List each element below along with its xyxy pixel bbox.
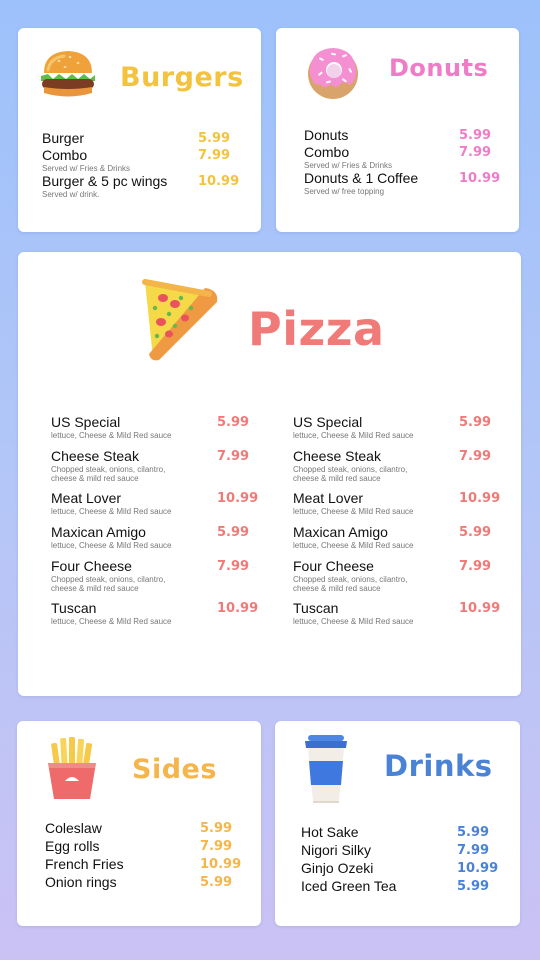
item-price: 7.99 bbox=[200, 839, 233, 854]
menu-item: Burger 5.99 bbox=[42, 130, 242, 147]
item-description: lettuce, Cheese & Mild Red sauce bbox=[293, 617, 414, 626]
item-price: 5.99 bbox=[459, 415, 492, 430]
item-price: 7.99 bbox=[459, 559, 492, 574]
burgers-card: Burgers Burger 5.99 Combo Served w/ Frie… bbox=[18, 28, 261, 232]
item-price: 7.99 bbox=[459, 449, 492, 464]
donut-icon bbox=[308, 48, 358, 99]
item-price: 10.99 bbox=[459, 601, 501, 616]
item-price: 10.99 bbox=[217, 601, 259, 616]
item-price: 10.99 bbox=[200, 857, 242, 872]
item-description: Served w/ Fries & Drinks bbox=[304, 161, 393, 170]
item-description: Chopped steak, onions, cilantro, cheese … bbox=[51, 575, 166, 593]
menu-item: Meat Lover lettuce, Cheese & Mild Red sa… bbox=[51, 490, 261, 524]
menu-item: Maxican Amigo lettuce, Cheese & Mild Red… bbox=[51, 524, 261, 558]
item-price: 7.99 bbox=[198, 148, 231, 163]
menu-item: Coleslaw 5.99 bbox=[45, 820, 245, 838]
menu-item: Meat Lover lettuce, Cheese & Mild Red sa… bbox=[293, 490, 503, 524]
menu-item: Four Cheese Chopped steak, onions, cilan… bbox=[293, 558, 503, 600]
item-price: 7.99 bbox=[217, 449, 250, 464]
menu-item: Cheese Steak Chopped steak, onions, cila… bbox=[293, 448, 503, 490]
item-price: 5.99 bbox=[198, 131, 231, 146]
french-fries-icon bbox=[48, 737, 96, 799]
menu-item: Ginjo Ozeki 10.99 bbox=[301, 860, 506, 878]
sides-items: Coleslaw 5.99 Egg rolls 7.99 French Frie… bbox=[45, 820, 245, 892]
item-description: lettuce, Cheese & Mild Red sauce bbox=[293, 541, 414, 550]
sides-card: Sides Coleslaw 5.99 Egg rolls 7.99 Frenc… bbox=[17, 721, 261, 926]
item-description: lettuce, Cheese & Mild Red sauce bbox=[51, 617, 172, 626]
item-price: 5.99 bbox=[459, 128, 492, 143]
pizza-items-right: US Special lettuce, Cheese & Mild Red sa… bbox=[293, 414, 503, 634]
burger-icon bbox=[41, 51, 95, 97]
drinks-items: Hot Sake 5.99 Nigori Silky 7.99 Ginjo Oz… bbox=[301, 824, 506, 896]
drinks-card: Drinks Hot Sake 5.99 Nigori Silky 7.99 G… bbox=[275, 721, 520, 926]
pizza-card: Pizza US Special lettuce, Cheese & Mild … bbox=[18, 252, 521, 696]
menu-item: Onion rings 5.99 bbox=[45, 874, 245, 892]
pizza-title: Pizza bbox=[248, 302, 385, 356]
item-description: Served w/ drink. bbox=[42, 190, 100, 199]
menu-item: Tuscan lettuce, Cheese & Mild Red sauce … bbox=[293, 600, 503, 634]
item-description: Served w/ free topping bbox=[304, 187, 385, 196]
menu-item: US Special lettuce, Cheese & Mild Red sa… bbox=[51, 414, 261, 448]
item-price: 10.99 bbox=[457, 861, 499, 876]
menu-item: Cheese Steak Chopped steak, onions, cila… bbox=[51, 448, 261, 490]
menu-item: Burger & 5 pc wings Served w/ drink. 10.… bbox=[42, 173, 242, 199]
item-price: 5.99 bbox=[457, 825, 490, 840]
item-description: Served w/ Fries & Drinks bbox=[42, 164, 131, 173]
burgers-items: Burger 5.99 Combo Served w/ Fries & Drin… bbox=[42, 130, 242, 199]
item-price: 5.99 bbox=[200, 875, 233, 890]
menu-item: Four Cheese Chopped steak, onions, cilan… bbox=[51, 558, 261, 600]
pizza-items-left: US Special lettuce, Cheese & Mild Red sa… bbox=[51, 414, 261, 634]
menu-item: French Fries 10.99 bbox=[45, 856, 245, 874]
item-description: Chopped steak, onions, cilantro, cheese … bbox=[51, 465, 166, 483]
menu-item: Donuts 5.99 bbox=[304, 127, 504, 144]
burgers-title: Burgers bbox=[120, 62, 244, 93]
donuts-items: Donuts 5.99 Combo Served w/ Fries & Drin… bbox=[304, 127, 504, 196]
item-price: 10.99 bbox=[217, 491, 259, 506]
menu-item: US Special lettuce, Cheese & Mild Red sa… bbox=[293, 414, 503, 448]
item-price: 5.99 bbox=[459, 525, 492, 540]
item-description: lettuce, Cheese & Mild Red sauce bbox=[51, 541, 172, 550]
coffee-cup-icon bbox=[305, 735, 347, 803]
item-price: 5.99 bbox=[200, 821, 233, 836]
item-price: 5.99 bbox=[457, 879, 490, 894]
menu-item: Iced Green Tea 5.99 bbox=[301, 878, 506, 896]
item-price: 5.99 bbox=[217, 525, 250, 540]
menu-item: Combo Served w/ Fries & Drinks 7.99 bbox=[304, 144, 504, 170]
sides-title: Sides bbox=[132, 754, 217, 785]
item-description: lettuce, Cheese & Mild Red sauce bbox=[293, 431, 414, 440]
item-price: 7.99 bbox=[459, 145, 492, 160]
item-price: 7.99 bbox=[457, 843, 490, 858]
menu-item: Donuts & 1 Coffee Served w/ free topping… bbox=[304, 170, 504, 196]
item-description: lettuce, Cheese & Mild Red sauce bbox=[51, 431, 172, 440]
menu-item: Tuscan lettuce, Cheese & Mild Red sauce … bbox=[51, 600, 261, 634]
item-price: 10.99 bbox=[198, 174, 240, 189]
item-description: Chopped steak, onions, cilantro, cheese … bbox=[293, 465, 408, 483]
menu-item: Combo Served w/ Fries & Drinks 7.99 bbox=[42, 147, 242, 173]
donuts-title: Donuts bbox=[389, 54, 489, 82]
drinks-title: Drinks bbox=[384, 749, 493, 783]
menu-item: Nigori Silky 7.99 bbox=[301, 842, 506, 860]
donuts-card: Donuts Donuts 5.99 Combo Served w/ Fries… bbox=[276, 28, 519, 232]
menu-item: Hot Sake 5.99 bbox=[301, 824, 506, 842]
item-description: lettuce, Cheese & Mild Red sauce bbox=[51, 507, 172, 516]
item-price: 7.99 bbox=[217, 559, 250, 574]
menu-item: Egg rolls 7.99 bbox=[45, 838, 245, 856]
item-description: Chopped steak, onions, cilantro, cheese … bbox=[293, 575, 408, 593]
menu-item: Maxican Amigo lettuce, Cheese & Mild Red… bbox=[293, 524, 503, 558]
item-price: 10.99 bbox=[459, 491, 501, 506]
pizza-slice-icon bbox=[142, 279, 218, 361]
item-price: 5.99 bbox=[217, 415, 250, 430]
item-description: lettuce, Cheese & Mild Red sauce bbox=[293, 507, 414, 516]
item-price: 10.99 bbox=[459, 171, 501, 186]
